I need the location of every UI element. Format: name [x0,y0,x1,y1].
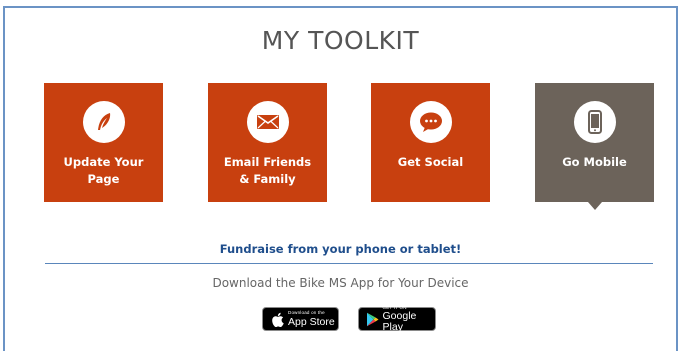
selected-pointer [588,202,602,210]
download-text: Download the Bike MS App for Your Device [212,276,469,290]
google-play-label: Google Play [382,310,417,333]
app-store-label: App Store [288,315,335,328]
tile-get-social[interactable]: Get Social [371,83,490,202]
page-title: MY TOOLKIT [261,26,420,55]
mobile-phone-icon [574,101,616,143]
chat-bubble-icon [410,101,452,143]
play-triangle-icon [364,310,381,328]
tile-update-page[interactable]: Update Your Page [44,83,163,202]
tile-label: Go Mobile [562,155,627,169]
tile-label: Get Social [397,155,464,169]
tile-label: Update Your Page [63,155,144,186]
envelope-icon [247,101,289,143]
app-store-small-text: Download on the [288,310,325,315]
apple-icon [268,310,286,328]
divider [45,263,653,264]
toolkit-panel: MY TOOLKIT Update Your Page Email Friend… [3,6,678,351]
app-store-button[interactable]: Download on the App Store [262,307,339,331]
google-play-button[interactable]: GET IT ON Google Play [358,305,436,333]
feather-pen-icon [83,101,125,143]
fundraise-headline: Fundraise from your phone or tablet! [219,242,462,256]
tile-go-mobile[interactable]: Go Mobile [535,83,654,210]
tile-email-friends[interactable]: Email Friends & Family [208,83,327,202]
tile-label: Email Friends & Family [223,155,312,186]
